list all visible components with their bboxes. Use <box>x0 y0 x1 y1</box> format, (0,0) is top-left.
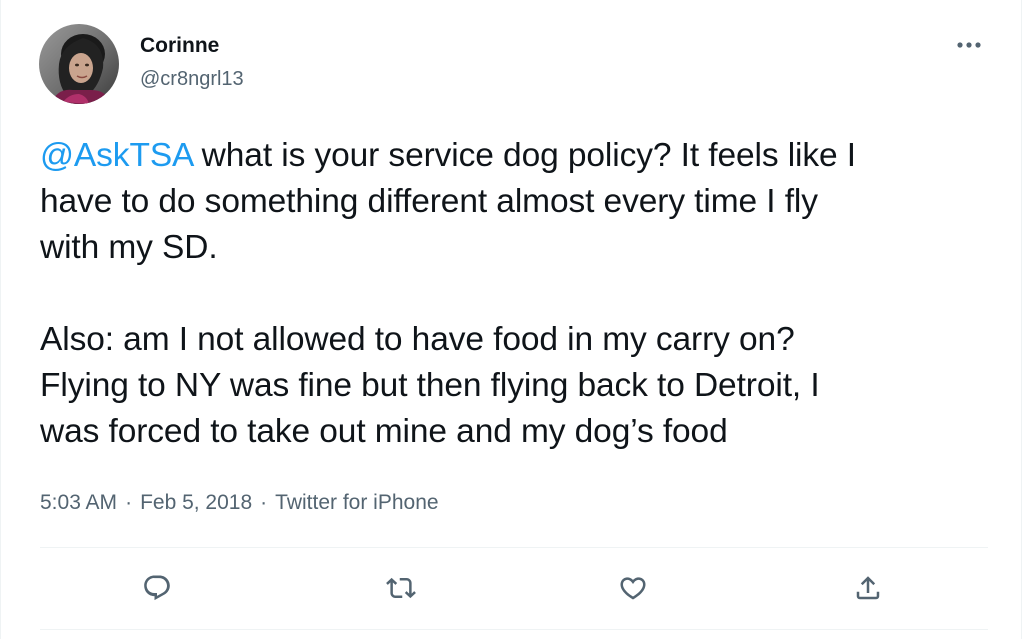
meta-separator: · <box>125 491 133 514</box>
reply-button[interactable] <box>137 568 177 608</box>
tweet-text: @AskTSA what is your service dog policy?… <box>40 133 990 455</box>
author-handle[interactable]: @cr8ngrl13 <box>140 67 244 91</box>
share-button[interactable] <box>848 568 888 608</box>
tweet-source[interactable]: Twitter for iPhone <box>275 491 438 514</box>
tweet-date[interactable]: Feb 5, 2018 <box>140 491 252 514</box>
tweet-meta: 5:03 AM · Feb 5, 2018 · Twitter for iPhone <box>40 488 439 518</box>
avatar[interactable] <box>39 24 119 104</box>
retweet-button[interactable] <box>381 568 421 608</box>
mention-link[interactable]: @AskTSA <box>40 137 193 174</box>
divider <box>40 629 988 630</box>
tweet-paragraph-2: Also: am I not allowed to have food in m… <box>40 321 820 450</box>
author-display-name[interactable]: Corinne <box>140 34 219 58</box>
tweet-card: Corinne @cr8ngrl13 @AskTSA what is your … <box>0 0 1022 639</box>
like-button[interactable] <box>613 568 653 608</box>
heart-icon <box>620 577 646 600</box>
tweet-time[interactable]: 5:03 AM <box>40 491 117 514</box>
meta-separator: · <box>260 491 268 514</box>
tweet-paragraph-1: @AskTSA what is your service dog policy?… <box>40 133 990 271</box>
divider <box>40 547 988 548</box>
more-options-button[interactable] <box>949 30 989 60</box>
share-icon <box>856 576 880 600</box>
reply-icon <box>144 575 170 601</box>
user-avatar-icon <box>39 24 119 104</box>
retweet-icon <box>386 577 416 599</box>
more-icon <box>957 42 981 48</box>
